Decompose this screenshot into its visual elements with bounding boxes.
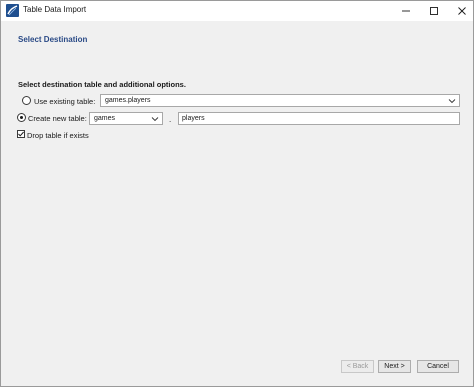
schema-value: games (94, 115, 116, 122)
maximize-icon (430, 7, 438, 15)
page-title: Select Destination (18, 35, 88, 44)
checkmark-icon (18, 131, 24, 137)
window-title: Table Data Import (23, 5, 87, 14)
drop-table-checkbox[interactable] (17, 130, 25, 138)
minimize-icon (402, 10, 410, 12)
new-table-name-input[interactable]: players (178, 112, 460, 125)
chevron-down-icon (448, 99, 456, 104)
back-button[interactable]: < Back (341, 360, 374, 373)
cancel-button[interactable]: Cancel (417, 360, 459, 373)
existing-table-dropdown[interactable]: games.players (100, 94, 460, 107)
close-icon (458, 7, 466, 15)
create-new-table-radio[interactable] (17, 113, 26, 122)
title-bar: Table Data Import (1, 1, 473, 21)
maximize-button[interactable] (419, 1, 449, 21)
chevron-down-icon (151, 117, 159, 122)
schema-dropdown[interactable]: games (89, 112, 163, 125)
next-button[interactable]: Next > (378, 360, 411, 373)
options-heading: Select destination table and additional … (18, 80, 186, 89)
new-table-name-value: players (182, 115, 205, 122)
existing-table-value: games.players (105, 97, 151, 104)
wizard-header (1, 21, 473, 69)
minimize-button[interactable] (391, 1, 421, 21)
close-button[interactable] (447, 1, 474, 21)
drop-table-label[interactable]: Drop table if exists (27, 131, 89, 140)
schema-table-separator: . (169, 115, 172, 124)
create-new-table-label[interactable]: Create new table: (28, 114, 87, 123)
app-icon (6, 4, 19, 17)
table-data-import-window: Table Data Import Select Destination Sel… (0, 0, 474, 387)
use-existing-table-label[interactable]: Use existing table: (34, 97, 95, 106)
use-existing-table-radio[interactable] (22, 96, 31, 105)
